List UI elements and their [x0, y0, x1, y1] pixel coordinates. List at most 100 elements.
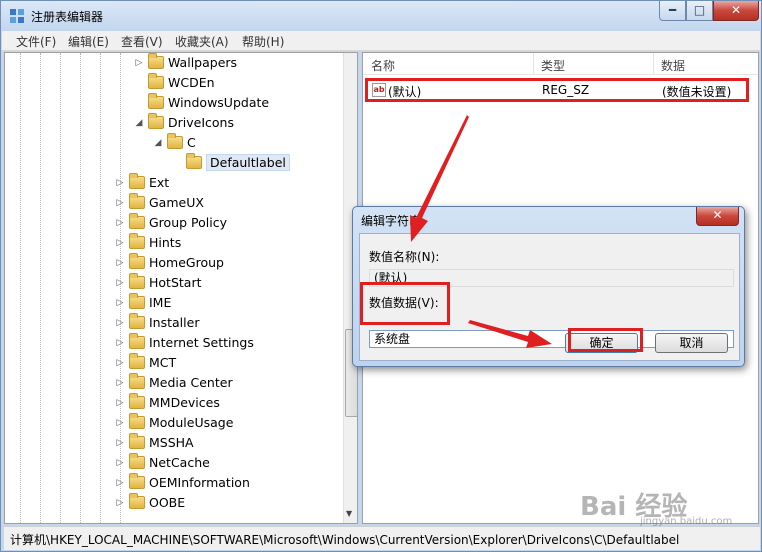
expand-arrow-icon[interactable]: ▷: [134, 58, 144, 68]
folder-icon: [129, 213, 145, 229]
dialog-title: 编辑字符串: [361, 214, 422, 228]
annotation-box-ok: [568, 328, 643, 352]
value-type-cell: REG_SZ: [542, 83, 590, 97]
expand-arrow-icon[interactable]: ▷: [115, 398, 125, 408]
folder-icon: [186, 153, 202, 169]
dialog-close-button[interactable]: ✕: [696, 207, 739, 226]
tree-node-label: Hints: [149, 235, 182, 250]
tree-node-label: Group Policy: [149, 215, 227, 230]
tree-guide-line: [20, 53, 21, 523]
tree-node-label: Internet Settings: [149, 335, 254, 350]
tree-guide-line: [120, 53, 121, 523]
key-tree-pane[interactable]: ▷ Wallpapers WCDEn WindowsUpdate ◢ DriveIcons…: [4, 52, 358, 524]
tree-node-label: NetCache: [149, 455, 210, 470]
folder-icon: [129, 413, 145, 429]
folder-icon: [129, 313, 145, 329]
column-type-header[interactable]: 类型: [541, 57, 565, 74]
expand-arrow-icon[interactable]: ▷: [115, 378, 125, 388]
tree-guide-line: [60, 53, 61, 523]
tree-node-label: WCDEn: [168, 75, 215, 90]
expand-arrow-icon[interactable]: ▷: [115, 478, 125, 488]
menu-favorites[interactable]: 收藏夹(A): [175, 33, 229, 50]
maximize-button[interactable]: □: [686, 1, 713, 21]
tree-node-label: Installer: [149, 315, 200, 330]
string-value-icon: ab: [372, 83, 386, 97]
folder-icon: [129, 493, 145, 509]
column-data-header[interactable]: 数据: [661, 57, 685, 74]
folder-icon: [129, 393, 145, 409]
collapse-arrow-icon[interactable]: ◢: [153, 138, 163, 148]
folder-icon: [129, 293, 145, 309]
value-data-cell: (数值未设置): [662, 85, 732, 99]
folder-icon: [129, 473, 145, 489]
folder-icon: [148, 113, 164, 129]
value-name-label: 数值名称(N):: [369, 250, 440, 264]
expand-arrow-icon[interactable]: ▷: [115, 238, 125, 248]
folder-icon: [129, 353, 145, 369]
baidu-watermark-url: jingyan.baidu.com: [640, 516, 733, 527]
window-title: 注册表编辑器: [31, 10, 104, 24]
tree-node-label: Ext: [149, 175, 170, 190]
folder-icon: [129, 233, 145, 249]
folder-icon: [129, 333, 145, 349]
tree-node-label: Wallpapers: [168, 55, 238, 70]
folder-icon: [148, 73, 164, 89]
tree-node-label: IME: [149, 295, 172, 310]
folder-icon: [148, 93, 164, 109]
list-header: 名称 类型 数据: [363, 53, 758, 75]
menu-edit[interactable]: 编辑(E): [68, 33, 109, 50]
tree-node-label: DriveIcons: [168, 115, 234, 130]
tree-node-label: OEMInformation: [149, 475, 250, 490]
expand-arrow-icon[interactable]: ▷: [115, 218, 125, 228]
menu-help[interactable]: 帮助(H): [242, 33, 284, 50]
folder-icon: [129, 173, 145, 189]
folder-icon: [148, 53, 164, 69]
tree-node-label: C: [187, 135, 196, 150]
expand-arrow-icon[interactable]: ▷: [115, 498, 125, 508]
expand-arrow-icon[interactable]: ▷: [115, 318, 125, 328]
column-divider[interactable]: [653, 53, 654, 75]
minimize-button[interactable]: ━: [659, 1, 686, 21]
folder-icon: [129, 193, 145, 209]
tree-node-label: Media Center: [149, 375, 233, 390]
menu-view[interactable]: 查看(V): [121, 33, 163, 50]
expand-arrow-icon[interactable]: ▷: [115, 418, 125, 428]
scroll-down-arrow-icon[interactable]: ▼: [346, 509, 352, 518]
folder-icon: [129, 373, 145, 389]
value-name-cell: (默认): [388, 85, 422, 99]
tree-guide-line: [100, 53, 101, 523]
annotation-box-value-data: [360, 282, 450, 325]
tree-node-label: ModuleUsage: [149, 415, 234, 430]
title-bar[interactable]: 注册表编辑器 ━ □ ✕: [1, 1, 761, 31]
expand-arrow-icon[interactable]: ▷: [115, 258, 125, 268]
expand-arrow-icon[interactable]: ▷: [115, 358, 125, 368]
expand-arrow-icon[interactable]: ▷: [115, 278, 125, 288]
tree-guide-line: [40, 53, 41, 523]
menu-bar: 文件(F) 编辑(E) 查看(V) 收藏夹(A) 帮助(H): [2, 31, 760, 51]
tree-node-label: Defaultlabel: [206, 154, 290, 171]
expand-arrow-icon[interactable]: ▷: [115, 198, 125, 208]
tree-node-label: HomeGroup: [149, 255, 224, 270]
tree-node-label: GameUX: [149, 195, 204, 210]
cancel-button[interactable]: 取消: [655, 333, 728, 353]
expand-arrow-icon[interactable]: ▷: [115, 178, 125, 188]
folder-icon: [129, 433, 145, 449]
status-bar: 计算机\HKEY_LOCAL_MACHINE\SOFTWARE\Microsof…: [4, 526, 760, 550]
expand-arrow-icon[interactable]: ▷: [115, 298, 125, 308]
tree-node-label: MMDevices: [149, 395, 220, 410]
tree-node-label: OOBE: [149, 495, 186, 510]
menu-file[interactable]: 文件(F): [16, 33, 56, 50]
collapse-arrow-icon[interactable]: ◢: [134, 118, 144, 128]
column-name-header[interactable]: 名称: [371, 57, 395, 74]
close-button[interactable]: ✕: [713, 1, 759, 21]
folder-icon: [129, 453, 145, 469]
tree-node-label: HotStart: [149, 275, 202, 290]
tree-node-label: MSSHA: [149, 435, 194, 450]
tree-node-label: WindowsUpdate: [168, 95, 270, 110]
tree-node-label: MCT: [149, 355, 177, 370]
expand-arrow-icon[interactable]: ▷: [115, 458, 125, 468]
expand-arrow-icon[interactable]: ▷: [115, 338, 125, 348]
column-divider[interactable]: [533, 53, 534, 75]
value-row-default[interactable]: ab (默认) REG_SZ (数值未设置): [365, 78, 749, 102]
expand-arrow-icon[interactable]: ▷: [115, 438, 125, 448]
